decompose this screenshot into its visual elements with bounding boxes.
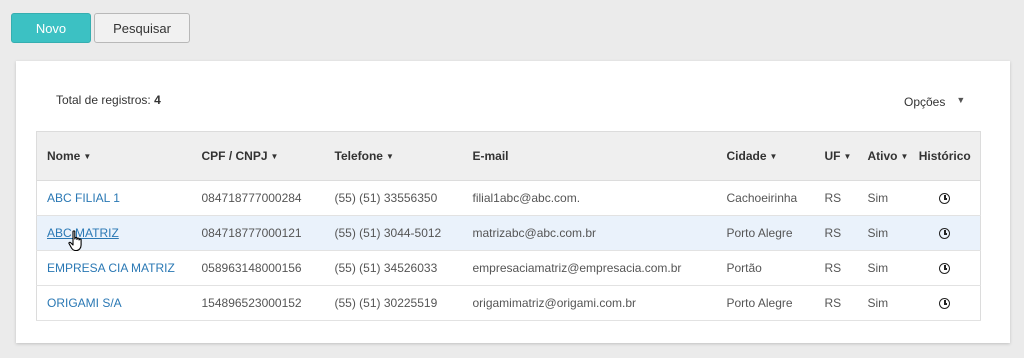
column-header-active[interactable]: Ativo ▼ xyxy=(857,131,910,181)
record-name-link[interactable]: EMPRESA CIA MATRIZ xyxy=(47,261,175,275)
record-phone: (55) (51) 33556350 xyxy=(324,180,463,216)
sort-caret-icon: ▼ xyxy=(83,152,92,161)
record-phone: (55) (51) 34526033 xyxy=(324,250,463,286)
column-header-city[interactable]: Cidade ▼ xyxy=(716,131,815,181)
column-header-phone[interactable]: Telefone ▼ xyxy=(324,131,463,181)
table-row[interactable]: ORIGAMI S/A 154896523000152 (55) (51) 30… xyxy=(36,285,981,321)
column-header-email: E-mail xyxy=(462,131,717,181)
record-city: Cachoeirinha xyxy=(716,180,815,216)
sort-caret-icon: ▼ xyxy=(270,152,279,161)
record-uf: RS xyxy=(814,250,858,286)
new-button[interactable]: Novo xyxy=(11,13,91,43)
record-active: Sim xyxy=(857,215,910,251)
toolbar: Novo Pesquisar xyxy=(11,13,190,43)
record-active: Sim xyxy=(857,250,910,286)
total-records-value: 4 xyxy=(154,93,161,107)
record-uf: RS xyxy=(814,285,858,321)
column-header-name[interactable]: Nome ▼ xyxy=(36,131,192,181)
record-email: empresaciamatriz@empresacia.com.br xyxy=(462,250,717,286)
column-header-uf[interactable]: UF ▼ xyxy=(814,131,858,181)
record-doc: 084718777000284 xyxy=(191,180,325,216)
table-row[interactable]: ABC FILIAL 1 084718777000284 (55) (51) 3… xyxy=(36,180,981,216)
record-email: filial1abc@abc.com. xyxy=(462,180,717,216)
record-phone: (55) (51) 3044-5012 xyxy=(324,215,463,251)
search-button[interactable]: Pesquisar xyxy=(94,13,190,43)
column-header-history: Histórico xyxy=(909,131,981,181)
table-row[interactable]: EMPRESA CIA MATRIZ 058963148000156 (55) … xyxy=(36,250,981,286)
table-row[interactable]: ABC MATRIZ 084718777000121 (55) (51) 304… xyxy=(36,215,981,251)
sort-caret-icon: ▼ xyxy=(769,152,778,161)
history-clock-icon[interactable] xyxy=(939,298,951,310)
records-table: Nome ▼ CPF / CNPJ ▼ Telefone ▼ E-mail Cidad… xyxy=(36,131,981,321)
total-records-label: Total de registros: xyxy=(56,93,151,107)
history-clock-icon[interactable] xyxy=(939,193,951,205)
record-city: Portão xyxy=(716,250,815,286)
record-city: Porto Alegre xyxy=(716,215,815,251)
record-active: Sim xyxy=(857,285,910,321)
sort-caret-icon: ▼ xyxy=(385,152,394,161)
record-name-link[interactable]: ABC FILIAL 1 xyxy=(47,191,120,205)
caret-down-icon: ▼ xyxy=(956,95,966,105)
record-email: matrizabc@abc.com.br xyxy=(462,215,717,251)
table-header-row: Nome ▼ CPF / CNPJ ▼ Telefone ▼ E-mail Cidad… xyxy=(36,131,981,181)
column-header-doc[interactable]: CPF / CNPJ ▼ xyxy=(191,131,325,181)
record-doc: 084718777000121 xyxy=(191,215,325,251)
sort-caret-icon: ▼ xyxy=(900,152,909,161)
record-active: Sim xyxy=(857,180,910,216)
record-email: origamimatriz@origami.com.br xyxy=(462,285,717,321)
record-doc: 058963148000156 xyxy=(191,250,325,286)
results-panel: Total de registros: 4 Opções ▼ Nome ▼ CPF… xyxy=(16,61,1010,343)
hand-cursor-icon xyxy=(68,230,82,252)
history-clock-icon[interactable] xyxy=(939,263,951,275)
history-clock-icon[interactable] xyxy=(939,228,951,240)
record-doc: 154896523000152 xyxy=(191,285,325,321)
options-dropdown[interactable]: Opções ▼ xyxy=(904,95,965,109)
record-uf: RS xyxy=(814,180,858,216)
record-city: Porto Alegre xyxy=(716,285,815,321)
record-uf: RS xyxy=(814,215,858,251)
sort-caret-icon: ▼ xyxy=(843,152,852,161)
record-phone: (55) (51) 30225519 xyxy=(324,285,463,321)
options-label: Opções xyxy=(904,95,946,109)
record-name-link[interactable]: ORIGAMI S/A xyxy=(47,296,122,310)
total-records: Total de registros: 4 xyxy=(56,93,161,107)
